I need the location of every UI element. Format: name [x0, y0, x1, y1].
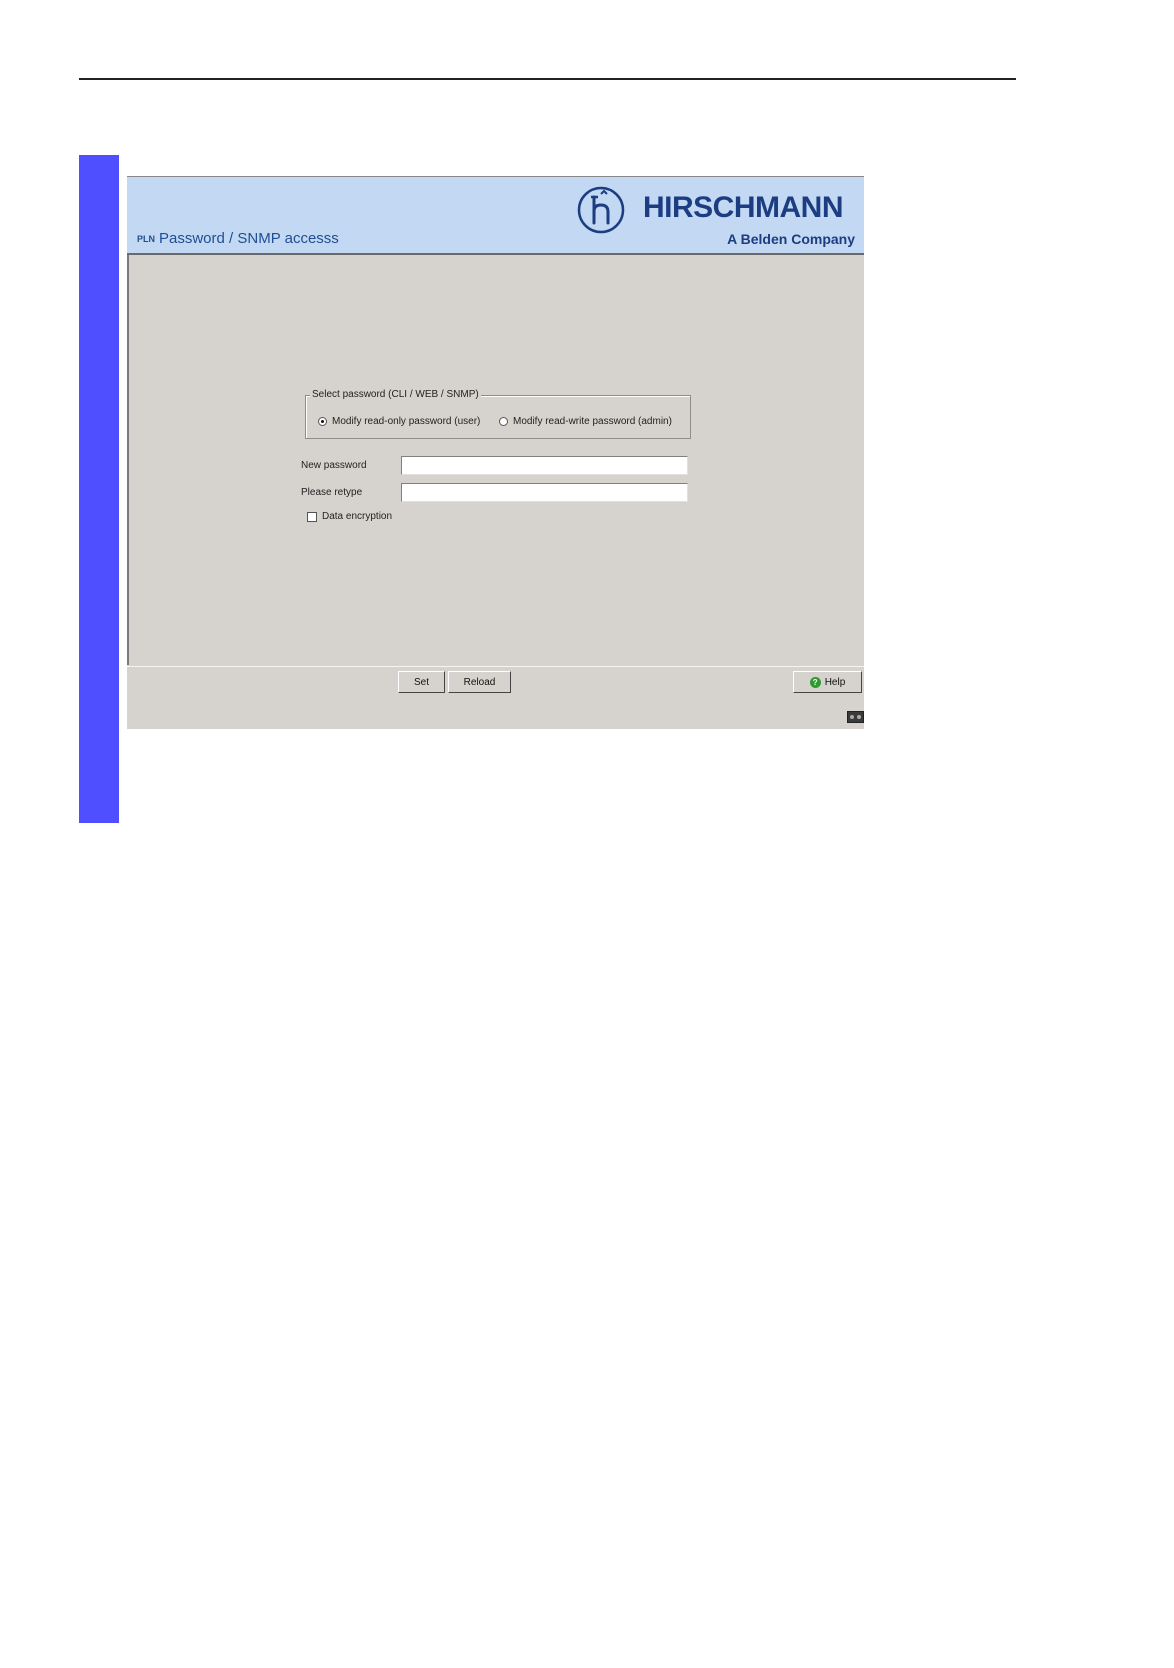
radio-read-only-user[interactable]: Modify read-only password (user) [318, 416, 480, 427]
radio-button-checked[interactable] [318, 417, 327, 426]
radio-button[interactable] [499, 417, 508, 426]
radio-label: Modify read-write password (admin) [513, 416, 672, 427]
app-window: PLN Password / SNMP accesss HIRSCHMANN A … [127, 176, 864, 729]
data-encryption-label: Data encryption [322, 511, 393, 522]
radio-read-write-admin[interactable]: Modify read-write password (admin) [499, 416, 672, 427]
reload-button[interactable]: Reload [448, 671, 511, 693]
pln-icon: PLN [137, 234, 155, 244]
retype-label: Please retype [301, 487, 363, 498]
radio-label: Modify read-only password (user) [332, 416, 481, 427]
new-password-label: New password [301, 460, 367, 471]
page-top-rule [79, 78, 1016, 80]
header-bar: PLN Password / SNMP accesss HIRSCHMANN A … [127, 177, 864, 255]
retype-password-field[interactable] [401, 483, 688, 502]
set-button[interactable]: Set [398, 671, 445, 693]
data-encryption-option[interactable]: Data encryption [307, 511, 392, 522]
help-icon: ? [809, 676, 821, 688]
page-title-text: Password / SNMP accesss [159, 230, 339, 247]
page-title: PLN Password / SNMP accesss [137, 230, 339, 247]
help-button[interactable]: ? Help [793, 671, 862, 693]
new-password-field[interactable] [401, 456, 688, 475]
password-select-group: Select password (CLI / WEB / SNMP) Modif… [305, 389, 691, 439]
data-encryption-checkbox[interactable] [307, 511, 317, 522]
brand-name: HIRSCHMANN [643, 191, 844, 224]
chapter-side-bar [79, 155, 119, 823]
footer-bar: Set Reload ? Help [127, 666, 864, 729]
help-label: Help [824, 676, 846, 688]
content-panel: Select password (CLI / WEB / SNMP) Modif… [127, 255, 864, 665]
status-indicator-icon [847, 711, 864, 723]
brand-tagline: A Belden Company [727, 231, 855, 247]
group-legend: Select password (CLI / WEB / SNMP) [310, 389, 481, 400]
hirschmann-logo-icon [577, 186, 625, 234]
